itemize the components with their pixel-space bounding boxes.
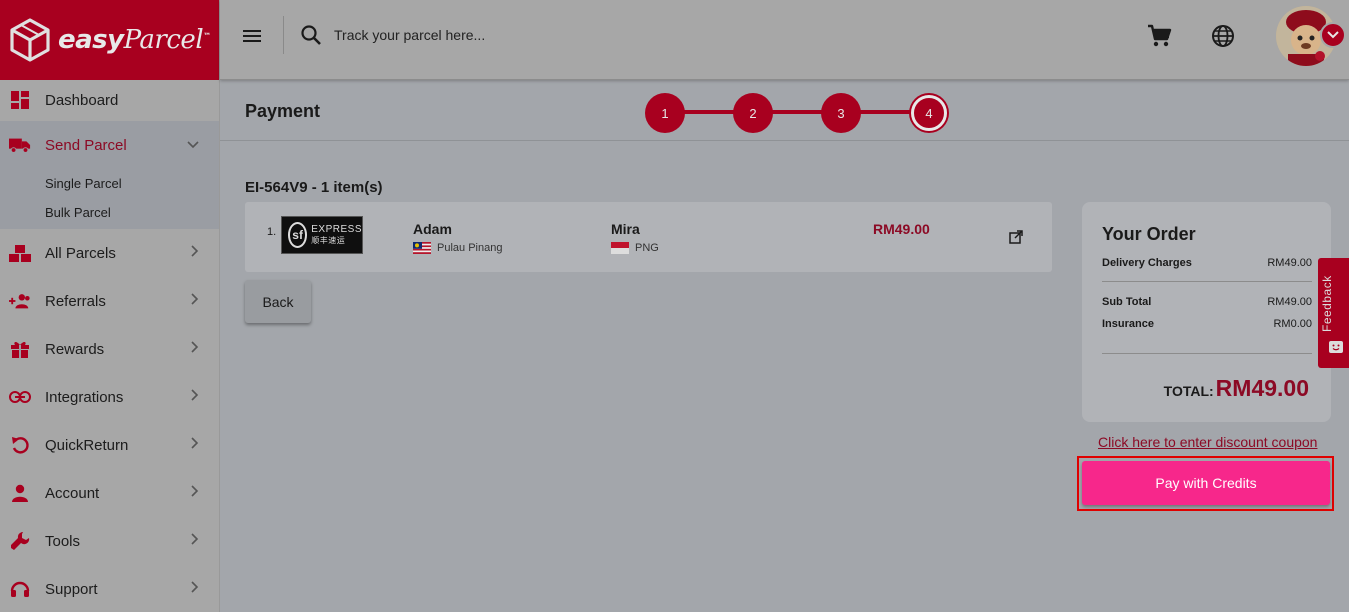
parcel-price: RM49.00 — [873, 221, 930, 237]
sidebar-subitem-single-parcel[interactable]: Single Parcel — [0, 169, 219, 198]
sidebar-item-all-parcels[interactable]: All Parcels — [0, 229, 219, 277]
sidebar-group-send-parcel: Send Parcel Single Parcel Bulk Parcel — [0, 121, 219, 229]
step-1[interactable]: 1 — [645, 93, 685, 133]
search-icon[interactable] — [300, 24, 322, 46]
truck-icon — [9, 134, 31, 156]
stepper-connector — [681, 110, 921, 114]
sidebar-item-rewards[interactable]: Rewards — [0, 325, 219, 373]
parcel-row: 1. sf EXPRESS 顺丰速运 Adam Pulau Pinang Mira… — [245, 202, 1052, 272]
divider — [283, 16, 284, 54]
hamburger-menu-icon[interactable] — [241, 26, 263, 46]
order-summary-card: Your Order Delivery Charges RM49.00 Sub T… — [1082, 202, 1331, 422]
png-flag-icon — [611, 242, 629, 254]
sidebar-item-label: Referrals — [45, 292, 106, 310]
dashboard-icon — [9, 89, 31, 111]
globe-icon[interactable] — [1211, 24, 1235, 48]
pay-with-credits-button[interactable]: Pay with Credits — [1082, 461, 1330, 505]
sidebar-item-send-parcel[interactable]: Send Parcel — [0, 121, 219, 169]
sidebar-item-label: Tools — [45, 532, 81, 550]
logo[interactable]: easyParcel™ — [0, 0, 219, 80]
sidebar-item-account[interactable]: Account — [0, 469, 219, 517]
cart-icon[interactable] — [1146, 23, 1172, 49]
order-summary-title: Your Order — [1102, 224, 1196, 244]
logo-wordmark: easyParcel™ — [58, 25, 211, 55]
sidebar-item-referrals[interactable]: Referrals — [0, 277, 219, 325]
order-total: TOTAL: RM49.00 — [1163, 375, 1309, 401]
sidebar-item-tools[interactable]: Tools — [0, 517, 219, 565]
subtotal-row: Sub Total RM49.00 — [1102, 296, 1312, 308]
feedback-label: Feedback — [1320, 275, 1334, 332]
account-dropdown-button[interactable] — [1320, 22, 1346, 48]
checkout-stepper: 1 2 3 4 — [645, 91, 951, 133]
chevron-right-icon — [191, 485, 199, 500]
main-content: Payment 1 2 3 4 EI-564V9 - 1 item(s) 1. … — [220, 81, 1349, 612]
feedback-tab[interactable]: Feedback — [1318, 258, 1349, 368]
sidebar-item-quickreturn[interactable]: QuickReturn — [0, 421, 219, 469]
referrals-icon — [9, 290, 31, 312]
sidebar-item-integrations[interactable]: Integrations — [0, 373, 219, 421]
insurance-row: Insurance RM0.00 — [1102, 318, 1312, 330]
sidebar-item-label: Account — [45, 484, 100, 502]
sidebar-subitem-bulk-parcel[interactable]: Bulk Parcel — [0, 198, 219, 227]
sidebar-item-label: Rewards — [45, 340, 105, 358]
sender-name: Adam — [413, 221, 452, 237]
divider — [1102, 281, 1312, 282]
person-icon — [9, 482, 31, 504]
parcel-index: 1. — [267, 226, 277, 238]
chevron-right-icon — [191, 341, 199, 356]
track-parcel-input[interactable] — [334, 22, 734, 48]
sidebar-nav: Dashboard — [0, 80, 219, 120]
sf-express-logo-icon: sf — [288, 222, 308, 248]
gift-icon — [9, 338, 31, 360]
step-2[interactable]: 2 — [733, 93, 773, 133]
sidebar-item-label: Support — [45, 580, 98, 598]
wrench-icon — [9, 530, 31, 552]
chevron-down-icon — [187, 137, 199, 152]
back-button[interactable]: Back — [245, 280, 311, 323]
sidebar-item-label: QuickReturn — [45, 436, 129, 454]
step-3[interactable]: 3 — [821, 93, 861, 133]
malaysia-flag-icon — [413, 242, 431, 254]
chevron-right-icon — [191, 581, 199, 596]
discount-coupon-link[interactable]: Click here to enter discount coupon — [1098, 434, 1317, 450]
courier-logo: sf EXPRESS 顺丰速运 — [281, 216, 363, 254]
chevron-right-icon — [191, 389, 199, 404]
return-icon — [9, 434, 31, 456]
sidebar: easyParcel™ Dashboard Send Parcel Single… — [0, 0, 220, 612]
divider — [1102, 353, 1312, 354]
delivery-charges-row: Delivery Charges RM49.00 — [1102, 257, 1312, 269]
sidebar-item-label: Send Parcel — [45, 136, 127, 154]
sidebar-item-label: Integrations — [45, 388, 124, 406]
step-4[interactable]: 4 — [911, 95, 947, 131]
sidebar-item-label: Dashboard — [45, 91, 119, 109]
sender-location: Pulau Pinang — [413, 242, 502, 254]
sidebar-item-support[interactable]: Support — [0, 565, 219, 612]
receiver-name: Mira — [611, 221, 640, 237]
page-title: Payment — [245, 101, 321, 121]
link-icon — [9, 386, 31, 408]
sidebar-item-dashboard[interactable]: Dashboard — [0, 80, 219, 120]
top-bar — [220, 0, 1349, 80]
feedback-smiley-icon — [1329, 341, 1343, 353]
boxes-icon — [9, 242, 31, 264]
box-logo-icon — [10, 18, 50, 62]
chevron-right-icon — [191, 245, 199, 260]
page-header: Payment 1 2 3 4 — [220, 81, 1349, 141]
chevron-right-icon — [191, 293, 199, 308]
headset-icon — [9, 578, 31, 600]
order-id-label: EI-564V9 - 1 item(s) — [245, 179, 383, 196]
sidebar-nav-rest: All Parcels Referrals Rewards Integratio… — [0, 229, 219, 612]
open-external-icon[interactable] — [1009, 230, 1023, 244]
chevron-right-icon — [191, 533, 199, 548]
chevron-down-icon — [1327, 31, 1339, 39]
sidebar-item-label: All Parcels — [45, 244, 116, 262]
receiver-location: PNG — [611, 242, 659, 254]
chevron-right-icon — [191, 437, 199, 452]
